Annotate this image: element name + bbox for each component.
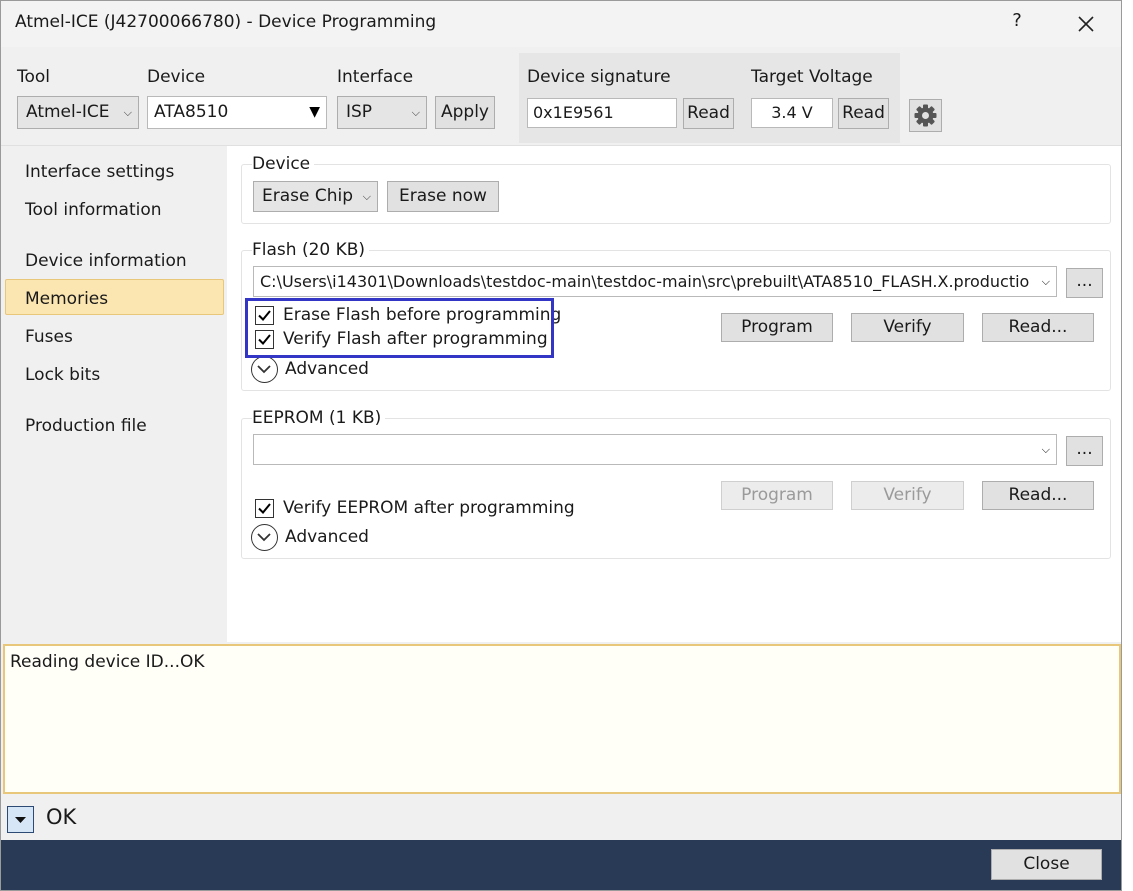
device-select[interactable]: ATA8510 ▼ xyxy=(147,96,327,129)
sidebar-item-production-file[interactable]: Production file xyxy=(25,416,147,436)
flash-advanced-label: Advanced xyxy=(285,359,369,379)
output-log[interactable]: Reading device ID...OK xyxy=(3,644,1121,794)
signature-read-button[interactable]: Read xyxy=(683,98,734,129)
window-title: Atmel-ICE (J42700066780) - Device Progra… xyxy=(15,12,437,32)
flash-file-select[interactable]: C:\Users\i14301\Downloads\testdoc-main\t… xyxy=(253,266,1057,297)
eeprom-advanced-toggle[interactable] xyxy=(251,524,278,551)
flash-program-button[interactable]: Program xyxy=(721,313,833,342)
sidebar-item-memories[interactable]: Memories xyxy=(25,289,108,309)
apply-button[interactable]: Apply xyxy=(435,96,495,129)
interface-select[interactable]: ISP ⌵ xyxy=(337,96,427,129)
flash-file-path: C:\Users\i14301\Downloads\testdoc-main\t… xyxy=(260,272,1030,291)
gear-icon xyxy=(914,104,937,127)
eeprom-browse-button[interactable]: ... xyxy=(1066,436,1103,466)
interface-select-value: ISP xyxy=(346,102,373,122)
sidebar: Interface settings Tool information Devi… xyxy=(1,146,227,642)
erase-mode-select[interactable]: Erase Chip ⌵ xyxy=(253,181,378,212)
settings-button[interactable] xyxy=(909,99,942,132)
device-programming-window: Atmel-ICE (J42700066780) - Device Progra… xyxy=(0,0,1122,891)
target-voltage-field[interactable]: 3.4 V xyxy=(751,98,833,128)
chevron-down-icon xyxy=(257,533,271,542)
eeprom-program-button[interactable]: Program xyxy=(721,481,833,510)
chevron-down-icon xyxy=(257,365,271,374)
status-text: OK xyxy=(46,805,77,829)
dropdown-arrow-icon: ▼ xyxy=(309,104,320,120)
sidebar-item-lock-bits[interactable]: Lock bits xyxy=(25,365,100,385)
footer-bar: Close xyxy=(1,840,1121,890)
flash-read-button[interactable]: Read... xyxy=(982,313,1094,342)
device-signature-field[interactable]: 0x1E9561 xyxy=(527,98,677,128)
interface-label: Interface xyxy=(337,67,414,87)
checkmark-icon xyxy=(258,503,271,514)
status-bar: OK xyxy=(1,796,1121,840)
verify-eeprom-checkbox[interactable] xyxy=(255,499,274,518)
memories-panel: Device Erase Chip ⌵ Erase now Flash (20 … xyxy=(227,146,1121,642)
chevron-down-icon: ⌵ xyxy=(123,106,132,119)
close-button[interactable]: Close xyxy=(991,849,1102,880)
eeprom-read-button[interactable]: Read... xyxy=(982,481,1094,510)
title-bar: Atmel-ICE (J42700066780) - Device Progra… xyxy=(1,1,1121,47)
target-voltage-label: Target Voltage xyxy=(751,67,873,87)
tool-select[interactable]: Atmel-ICE ⌵ xyxy=(17,96,139,129)
device-signature-label: Device signature xyxy=(527,67,671,87)
signature-panel: Device signature 0x1E9561 Read Target Vo… xyxy=(519,53,900,143)
caret-down-icon xyxy=(15,817,26,823)
eeprom-advanced-label: Advanced xyxy=(285,527,369,547)
log-text: Reading device ID...OK xyxy=(10,652,205,672)
erase-mode-value: Erase Chip xyxy=(262,186,354,206)
erase-now-button[interactable]: Erase now xyxy=(387,181,499,212)
flash-browse-button[interactable]: ... xyxy=(1066,268,1103,298)
sidebar-item-fuses[interactable]: Fuses xyxy=(25,327,73,347)
eeprom-verify-button[interactable]: Verify xyxy=(851,481,964,510)
flash-verify-button[interactable]: Verify xyxy=(851,313,964,342)
sidebar-item-tool-information[interactable]: Tool information xyxy=(25,200,162,220)
expand-log-button[interactable] xyxy=(7,806,34,833)
device-section-title: Device xyxy=(252,154,315,174)
help-icon[interactable]: ? xyxy=(1009,10,1025,31)
eeprom-file-select[interactable]: ⌵ xyxy=(253,434,1057,465)
highlight-box xyxy=(245,298,554,358)
tool-select-value: Atmel-ICE xyxy=(26,102,110,122)
chevron-down-icon: ⌵ xyxy=(1041,443,1050,456)
sidebar-item-interface-settings[interactable]: Interface settings xyxy=(25,162,174,182)
voltage-read-button[interactable]: Read xyxy=(838,98,889,129)
flash-section-title: Flash (20 KB) xyxy=(252,240,370,260)
toolbar: Tool Atmel-ICE ⌵ Device ATA8510 ▼ Interf… xyxy=(1,47,1121,146)
sidebar-item-device-information[interactable]: Device information xyxy=(25,251,187,271)
chevron-down-icon: ⌵ xyxy=(411,106,420,119)
close-window-button[interactable] xyxy=(1071,9,1101,39)
chevron-down-icon: ⌵ xyxy=(362,190,371,203)
close-icon xyxy=(1078,16,1094,32)
eeprom-section-title: EEPROM (1 KB) xyxy=(252,408,386,428)
chevron-down-icon: ⌵ xyxy=(1037,267,1050,296)
tool-label: Tool xyxy=(17,67,51,87)
flash-advanced-toggle[interactable] xyxy=(251,356,278,383)
device-select-value: ATA8510 xyxy=(154,102,229,122)
verify-eeprom-label: Verify EEPROM after programming xyxy=(283,498,575,518)
device-label: Device xyxy=(147,67,206,87)
